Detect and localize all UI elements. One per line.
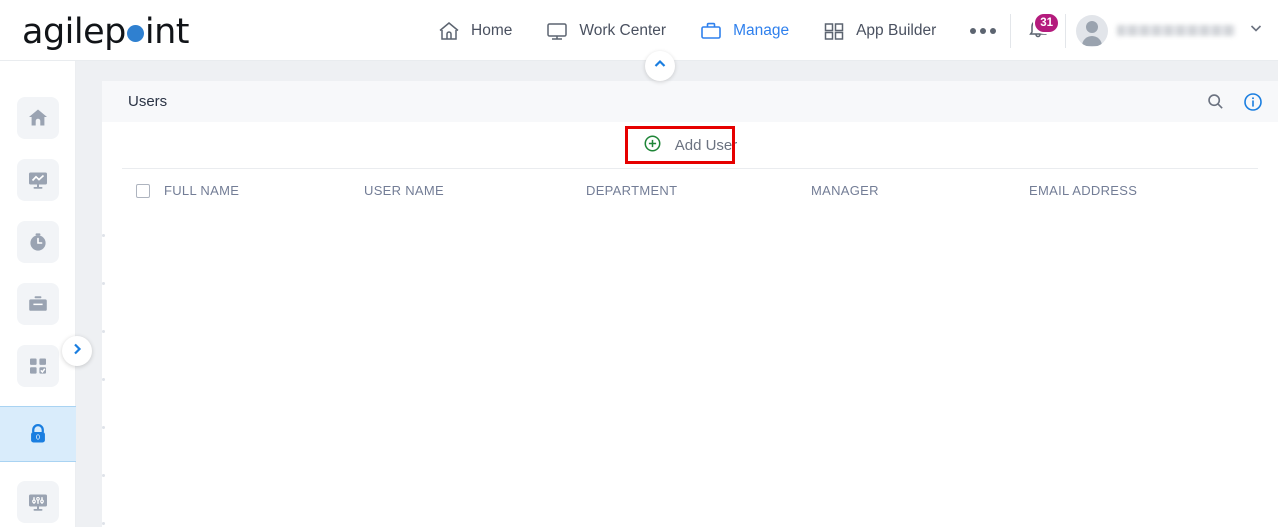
column-header-full-name[interactable]: FULL NAME — [164, 183, 364, 198]
table-row[interactable] — [102, 500, 1278, 527]
agilepoint-logo[interactable]: agilep int — [22, 12, 190, 52]
table-row[interactable] — [102, 260, 1278, 308]
home-icon — [16, 97, 59, 139]
sidebar-item-work[interactable]: Work — [0, 282, 76, 326]
add-user-label: Add User — [674, 136, 738, 154]
table-row[interactable] — [102, 404, 1278, 452]
sliders-icon — [16, 481, 59, 523]
ellipsis-icon — [970, 27, 977, 34]
monitor-icon — [544, 19, 570, 43]
analytics-icon — [16, 159, 59, 201]
chevron-right-icon — [69, 341, 85, 362]
table-row[interactable] — [102, 356, 1278, 404]
chevron-up-icon — [652, 56, 668, 77]
briefcase-icon — [698, 19, 724, 43]
divider — [1010, 13, 1011, 48]
select-all-checkbox[interactable] — [136, 183, 150, 198]
app-root: agilep int Home Work Center Manage App B… — [0, 0, 1278, 527]
nav-item-manage-label: Manage — [733, 21, 790, 39]
nav-item-manage[interactable]: Manage — [682, 0, 805, 61]
avatar — [1076, 14, 1108, 47]
search-icon[interactable] — [1204, 91, 1226, 113]
brand-dot-icon — [126, 25, 144, 42]
avatar-icon — [1076, 14, 1108, 47]
page-header-actions — [1204, 81, 1272, 122]
notification-count-badge: 31 — [1033, 11, 1060, 34]
info-icon[interactable] — [1242, 91, 1264, 113]
table-toolbar: Add User — [102, 122, 1278, 168]
username-label — [1117, 25, 1235, 36]
column-header-user-name[interactable]: USER NAME — [364, 183, 586, 198]
briefcase-icon — [16, 283, 59, 325]
content-area: Users Add User FULL NAME USER NAME DEPAR… — [76, 61, 1278, 527]
sidebar-item-analytics[interactable]: Analytics — [0, 158, 76, 202]
top-right-actions: 31 — [1000, 0, 1268, 61]
nav-item-home[interactable]: Home — [420, 0, 528, 61]
plus-circle-icon — [643, 134, 662, 157]
sidebar-expand-button[interactable] — [62, 336, 92, 366]
sidebar: Home Analytics Time — [0, 61, 76, 527]
divider — [1065, 13, 1066, 48]
grid-icon — [821, 19, 847, 43]
table-body — [102, 212, 1278, 527]
home-icon — [436, 19, 462, 43]
chevron-down-icon[interactable] — [1244, 16, 1268, 45]
table-row[interactable] — [102, 452, 1278, 500]
main-nav: Home Work Center Manage App Builder — [420, 0, 1014, 61]
user-menu[interactable] — [1076, 14, 1268, 47]
table-header-row: FULL NAME USER NAME DEPARTMENT MANAGER E… — [122, 168, 1258, 212]
ellipsis-icon — [980, 27, 987, 34]
nav-item-home-label: Home — [471, 21, 513, 39]
top-navigation-bar: agilep int Home Work Center Manage App B… — [0, 0, 1278, 61]
page-title: Users — [128, 93, 168, 110]
page-header: Users — [102, 81, 1278, 122]
logo-text-part1: agilep — [22, 12, 126, 52]
svg-text:0: 0 — [36, 434, 40, 442]
table-row[interactable] — [102, 212, 1278, 260]
table-row[interactable] — [102, 308, 1278, 356]
sidebar-item-time[interactable]: Time — [0, 220, 76, 264]
timer-icon — [16, 221, 59, 263]
column-header-email-address[interactable]: EMAIL ADDRESS — [1029, 183, 1249, 198]
header-collapse-button[interactable] — [645, 51, 675, 81]
apps-check-icon — [16, 345, 59, 387]
select-all-checkbox-cell — [122, 183, 164, 198]
sidebar-item-settings[interactable]: Settings — [0, 480, 76, 524]
ellipsis-icon — [990, 27, 997, 34]
sidebar-item-access-rights[interactable]: 0 Access Rights — [0, 406, 76, 462]
nav-item-app-builder[interactable]: App Builder — [805, 0, 952, 61]
nav-item-app-builder-label: App Builder — [856, 21, 937, 39]
lock-icon: 0 — [17, 413, 59, 455]
nav-item-work-center-label: Work Center — [579, 21, 667, 39]
column-header-department[interactable]: DEPARTMENT — [586, 183, 811, 198]
column-header-manager[interactable]: MANAGER — [811, 183, 1029, 198]
users-card: Add User FULL NAME USER NAME DEPARTMENT … — [102, 122, 1278, 527]
logo-text-part2: int — [144, 12, 190, 52]
notifications-button[interactable]: 31 — [1021, 11, 1060, 48]
add-user-button[interactable]: Add User — [625, 127, 756, 164]
sidebar-item-home[interactable]: Home — [0, 96, 76, 140]
